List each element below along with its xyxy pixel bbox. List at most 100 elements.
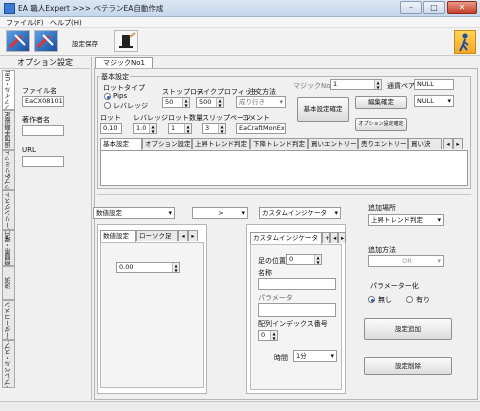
tab-buy-close[interactable]: 買い決 xyxy=(408,138,442,149)
lot-count-field[interactable]: 1 ▲ ▼ xyxy=(168,123,192,134)
close-button[interactable]: ✕ xyxy=(447,1,477,14)
menu-bar: ファイル(F) ヘルプ(H) xyxy=(0,17,480,28)
url-label: URL xyxy=(22,146,36,154)
index-spinner[interactable]: ▲ ▼ xyxy=(270,331,277,340)
add-setting-button[interactable]: 設定追加 xyxy=(364,318,452,340)
takeprofit-field[interactable]: 500 ▲ ▼ xyxy=(196,97,224,108)
tab-candle[interactable]: ローソク足 xyxy=(136,230,178,241)
vtab-additional[interactable]: 追加手順設定 xyxy=(2,110,15,150)
stoploss-value: 50 xyxy=(165,98,174,106)
tab-numeric[interactable]: 数値設定 xyxy=(100,230,136,242)
window-title: EA 職人Expert >>> ベテランEA自動作成 xyxy=(18,4,164,13)
vtab-close[interactable]: 決済 xyxy=(2,266,15,300)
numeric-value-field[interactable]: 0.00 ▲ ▼ xyxy=(116,262,180,273)
pair-select[interactable]: NULL xyxy=(414,95,454,107)
radio-pips[interactable] xyxy=(104,93,111,100)
settings-tabstrip: 基本設定 オプション設定 上昇トレンド判定 下降トレンド判定 買いエントリー 売… xyxy=(100,138,468,150)
radio-param-yes-label: 有り xyxy=(416,296,430,304)
order-method-select[interactable]: 成り行き xyxy=(236,96,286,108)
delete-setting-button[interactable]: 設定削除 xyxy=(364,357,452,375)
magic-no-spinner[interactable]: ▲ ▼ xyxy=(374,80,381,89)
tab-uptrend[interactable]: 上昇トレンド判定 xyxy=(192,138,250,149)
menu-help[interactable]: ヘルプ(H) xyxy=(50,18,82,28)
left-tab-scroll-left[interactable]: ◂ xyxy=(178,230,188,241)
vtab-trailing[interactable]: トレーリングストップ xyxy=(2,190,15,230)
slippage-spinner[interactable]: ▲ ▼ xyxy=(218,124,225,133)
author-field[interactable] xyxy=(22,125,64,136)
comment-field[interactable]: EaCraftMonExpi xyxy=(236,123,286,134)
exit-icon[interactable] xyxy=(454,30,476,54)
file-name-field[interactable]: EaCX08101 xyxy=(22,96,64,107)
tab-downtrend[interactable]: 下降トレンド判定 xyxy=(250,138,308,149)
basic-confirm-button[interactable]: 基本設定確定 xyxy=(297,97,349,122)
vtab-stop-limit[interactable]: ストップ&リミット設定 xyxy=(2,150,15,190)
add-place-label: 追加場所 xyxy=(368,204,396,212)
takeprofit-value: 500 xyxy=(199,98,212,106)
minimize-button[interactable]: – xyxy=(400,1,422,14)
leverage-spinner[interactable]: ▲ ▼ xyxy=(149,124,156,133)
menu-file[interactable]: ファイル(F) xyxy=(6,18,44,28)
radio-leverage-label: レバレッジ xyxy=(113,102,148,110)
index-field[interactable]: 0 ▲ ▼ xyxy=(258,330,278,341)
edit-confirm-button[interactable]: 編集確定 xyxy=(355,96,407,109)
tab-buy-entry[interactable]: 買いエントリー xyxy=(308,138,358,149)
vtab-file-url[interactable]: ファイル・URL xyxy=(2,70,15,110)
tab-sell-entry[interactable]: 売りエントリー xyxy=(358,138,408,149)
app-icon xyxy=(4,3,15,14)
vtab-order-comment[interactable]: オーダーコメント xyxy=(2,300,15,340)
lot-count-value: 1 xyxy=(171,124,176,132)
tab-basic-settings[interactable]: 基本設定 xyxy=(100,138,142,150)
magic-no-field[interactable]: 1 ▲ ▼ xyxy=(330,79,382,90)
radio-leverage[interactable] xyxy=(104,102,111,109)
time-select[interactable]: 1分 xyxy=(293,350,337,362)
stoploss-field[interactable]: 50 ▲ ▼ xyxy=(162,97,190,108)
settings-save-button[interactable]: 設定保存 xyxy=(72,38,98,48)
mid-tab-marker[interactable]: + xyxy=(322,232,330,243)
tab-custom-indicator[interactable]: カスタムインジケータ xyxy=(250,232,322,244)
custom-indicator-select[interactable]: カスタムインジケータ xyxy=(259,207,341,219)
tools-alt-icon[interactable] xyxy=(34,30,58,52)
author-label: 著作者名 xyxy=(22,116,50,124)
takeprofit-spinner[interactable]: ▲ ▼ xyxy=(216,98,223,107)
stoploss-spinner[interactable]: ▲ ▼ xyxy=(182,98,189,107)
vtab-stop-level[interactable]: ストップレベル・スプレッド xyxy=(2,340,15,388)
numeric-type-select[interactable]: 数値設定 xyxy=(93,207,175,219)
shift-spinner[interactable]: ▲ ▼ xyxy=(314,255,321,264)
pair-label: 通貨ペア xyxy=(387,82,415,90)
lot-field[interactable]: 0.10 xyxy=(100,123,122,134)
param-field[interactable] xyxy=(258,303,336,317)
shift-label: 足の位置 xyxy=(258,257,286,265)
add-method-select[interactable]: OR xyxy=(368,255,444,267)
option-confirm-button[interactable]: オプション設定確定 xyxy=(355,118,407,131)
radio-param-none-label: 無し xyxy=(378,296,392,304)
lot-count-spinner[interactable]: ▲ ▼ xyxy=(184,124,191,133)
tools-icon[interactable] xyxy=(6,30,30,52)
name-field[interactable] xyxy=(258,278,336,290)
wizard-hat-icon[interactable] xyxy=(114,30,138,52)
maximize-button[interactable]: □ xyxy=(423,1,445,14)
parameterize-label: パラメーター化 xyxy=(370,282,419,290)
left-tab-scroll-right[interactable]: ▸ xyxy=(188,230,198,241)
mid-tab-scroll-right[interactable]: ▸ xyxy=(338,232,346,243)
url-field[interactable] xyxy=(22,156,64,167)
leverage-field[interactable]: 1.0 ▲ ▼ xyxy=(133,123,157,134)
add-place-select[interactable]: 上昇トレンド判定 xyxy=(368,214,444,226)
slippage-field[interactable]: 3 ▲ ▼ xyxy=(202,123,226,134)
settings-list-area[interactable] xyxy=(100,150,468,186)
vtab-time[interactable]: 時間帯・曜日 xyxy=(2,230,15,266)
tab-scroll-left[interactable]: ◂ xyxy=(443,138,453,149)
radio-param-none[interactable] xyxy=(368,296,375,303)
tab-scroll-right[interactable]: ▸ xyxy=(453,138,463,149)
tab-option-settings[interactable]: オプション設定 xyxy=(142,138,192,149)
radio-param-yes[interactable] xyxy=(406,296,413,303)
pair-field[interactable]: NULL xyxy=(414,79,454,90)
comment-label: コメント xyxy=(242,114,270,122)
mid-tab-scroll-left[interactable]: ◂ xyxy=(330,232,338,243)
numeric-value-spinner[interactable]: ▲ ▼ xyxy=(172,263,179,272)
add-method-label: 追加方法 xyxy=(368,246,396,254)
operator-select[interactable]: > xyxy=(192,207,248,219)
time-label: 時間 xyxy=(274,354,288,362)
name-label: 名称 xyxy=(258,269,272,277)
magic-no-label: マジックNo xyxy=(293,82,331,90)
shift-field[interactable]: 0 ▲ ▼ xyxy=(286,254,322,265)
